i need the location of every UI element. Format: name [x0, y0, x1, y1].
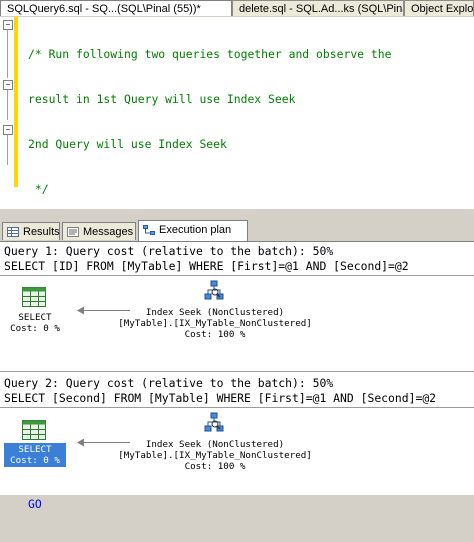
divider	[0, 275, 474, 276]
tab-object-explorer[interactable]: Object Explo	[404, 0, 474, 16]
tab-execution-plan-label: Execution plan	[159, 224, 232, 236]
query2-select-cost: Cost: 0 %	[10, 455, 60, 466]
code-line-3: 2nd Query will use Index Seek	[28, 137, 227, 151]
query2-select-label: SELECT	[18, 444, 52, 455]
execution-plan-pane: Query 1: Query cost (relative to the bat…	[0, 241, 474, 495]
tab-delete-sql[interactable]: delete.sql - SQL.Ad...ks (SQL\Pinal (53)…	[232, 0, 404, 16]
query2-seek-cost: Cost: 100 %	[184, 461, 246, 472]
query2-statement: SELECT [Second] FROM [MyTable] WHERE [Fi…	[4, 391, 437, 405]
index-seek-icon[interactable]	[203, 280, 225, 302]
fold-line	[7, 135, 8, 165]
editor-gutter: − − −	[0, 17, 18, 209]
tab-sqlquery6[interactable]: SQLQuery6.sql - SQ...(SQL\Pinal (55))*	[0, 0, 232, 16]
collapse-query1-icon[interactable]: −	[3, 80, 13, 90]
tab-messages-label: Messages	[83, 226, 134, 238]
query1-seek-object: [MyTable].[IX_MyTable_NonClustered]	[118, 318, 312, 329]
tab-results-label: Results	[23, 226, 60, 238]
changed-lines-margin	[14, 17, 18, 187]
query-editor[interactable]: − − − /* Run following two queries toget…	[0, 17, 474, 511]
code-token: GO	[28, 497, 42, 511]
collapse-query2-icon[interactable]: −	[3, 125, 13, 135]
fold-line	[7, 30, 8, 78]
code-line-1: /* Run following two queries together an…	[28, 47, 392, 61]
arrow-left-icon	[77, 438, 84, 447]
query2-seek-object: [MyTable].[IX_MyTable_NonClustered]	[118, 450, 312, 461]
query1-select-label: SELECT	[18, 312, 52, 323]
code-line-4: */	[28, 182, 49, 196]
query2-seek-label: Index Seek (NonClustered)	[145, 439, 285, 450]
tab-results[interactable]: Results	[2, 222, 60, 240]
code-line-11: GO	[28, 497, 391, 512]
divider	[0, 371, 474, 372]
select-icon[interactable]	[22, 287, 46, 307]
query1-seek-label: Index Seek (NonClustered)	[145, 307, 285, 318]
query1-seek-cost: Cost: 100 %	[184, 329, 246, 340]
arrow-left-icon	[77, 306, 84, 315]
collapse-comment-icon[interactable]: −	[3, 20, 13, 30]
divider	[0, 407, 474, 408]
query2-header: Query 2: Query cost (relative to the bat…	[4, 376, 334, 390]
query1-select-cost: Cost: 0 %	[10, 323, 60, 334]
select-icon[interactable]	[22, 420, 46, 440]
query1-header: Query 1: Query cost (relative to the bat…	[4, 244, 334, 258]
fold-line	[7, 90, 8, 120]
result-tab-strip: Results Messages Execution plan	[0, 219, 474, 241]
tab-execution-plan[interactable]: Execution plan	[138, 220, 248, 241]
code-line-2: result in 1st Query will use Index Seek	[28, 92, 296, 106]
index-seek-icon[interactable]	[203, 412, 225, 434]
tab-messages[interactable]: Messages	[62, 222, 136, 240]
document-tab-strip: SQLQuery6.sql - SQ...(SQL\Pinal (55))* d…	[0, 0, 474, 18]
query1-statement: SELECT [ID] FROM [MyTable] WHERE [First]…	[4, 259, 409, 273]
grid-icon	[7, 227, 19, 237]
plan-icon	[143, 225, 155, 235]
messages-icon	[67, 227, 79, 237]
